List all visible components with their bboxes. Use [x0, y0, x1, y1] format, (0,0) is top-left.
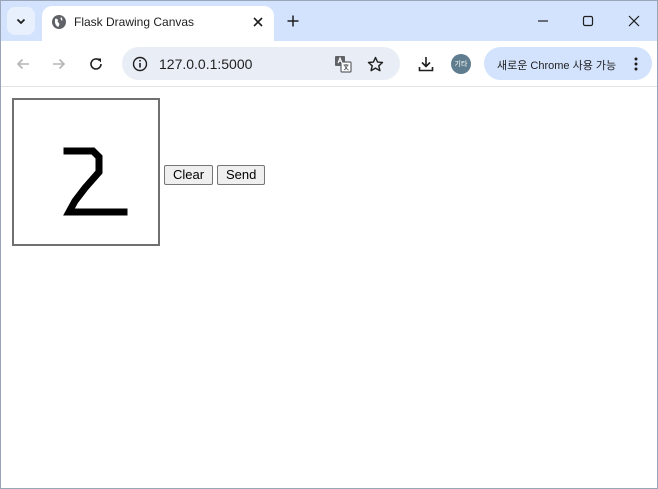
maximize-button[interactable]: [577, 10, 599, 32]
tab-active[interactable]: Flask Drawing Canvas: [42, 6, 274, 41]
close-icon: [628, 15, 640, 27]
chrome-update-button[interactable]: 새로운 Chrome 사용 가능: [484, 47, 652, 80]
browser-toolbar: 127.0.0.1:5000 기타 새로운 Chrome 사용 가능: [1, 41, 657, 87]
profile-avatar[interactable]: 기타: [451, 54, 471, 74]
download-icon: [418, 57, 434, 72]
close-icon: [253, 17, 263, 27]
tab-title: Flask Drawing Canvas: [74, 15, 195, 29]
star-icon: [367, 56, 383, 71]
page-content: Clear Send: [1, 88, 657, 488]
reload-button[interactable]: [84, 52, 108, 76]
browser-window: Flask Drawing Canvas 127.0.0.1:5000 기타 새…: [0, 0, 658, 489]
send-button[interactable]: Send: [217, 165, 266, 185]
menu-button[interactable]: [630, 54, 642, 74]
maximize-icon: [582, 15, 594, 27]
info-icon: [132, 56, 148, 72]
arrow-left-icon: [16, 58, 29, 70]
minimize-icon: [538, 20, 548, 22]
new-tab-button[interactable]: [282, 10, 304, 32]
chrome-update-label: 새로운 Chrome 사용 가능: [497, 60, 617, 72]
tab-search-button[interactable]: [7, 7, 35, 35]
translate-button[interactable]: [331, 52, 355, 76]
drawn-digit-2: [63, 147, 128, 216]
globe-icon: [52, 15, 66, 29]
chevron-down-icon: [16, 18, 26, 25]
translate-icon: [335, 56, 352, 73]
drawing-canvas[interactable]: [12, 98, 160, 246]
window-close-button[interactable]: [623, 10, 645, 32]
arrow-right-icon: [53, 58, 66, 70]
site-info-button[interactable]: [128, 52, 152, 76]
bookmark-button[interactable]: [363, 52, 387, 76]
tab-strip: Flask Drawing Canvas: [1, 1, 657, 41]
url-text[interactable]: 127.0.0.1:5000: [159, 56, 252, 72]
forward-button[interactable]: [47, 52, 71, 76]
plus-icon: [287, 15, 299, 27]
downloads-button[interactable]: [414, 52, 438, 76]
more-vertical-icon: [634, 57, 638, 71]
minimize-button[interactable]: [532, 10, 554, 32]
back-button[interactable]: [11, 52, 35, 76]
reload-icon: [90, 58, 102, 70]
address-bar[interactable]: 127.0.0.1:5000: [122, 47, 400, 80]
clear-button[interactable]: Clear: [164, 165, 214, 185]
tab-close-button[interactable]: [249, 13, 267, 31]
